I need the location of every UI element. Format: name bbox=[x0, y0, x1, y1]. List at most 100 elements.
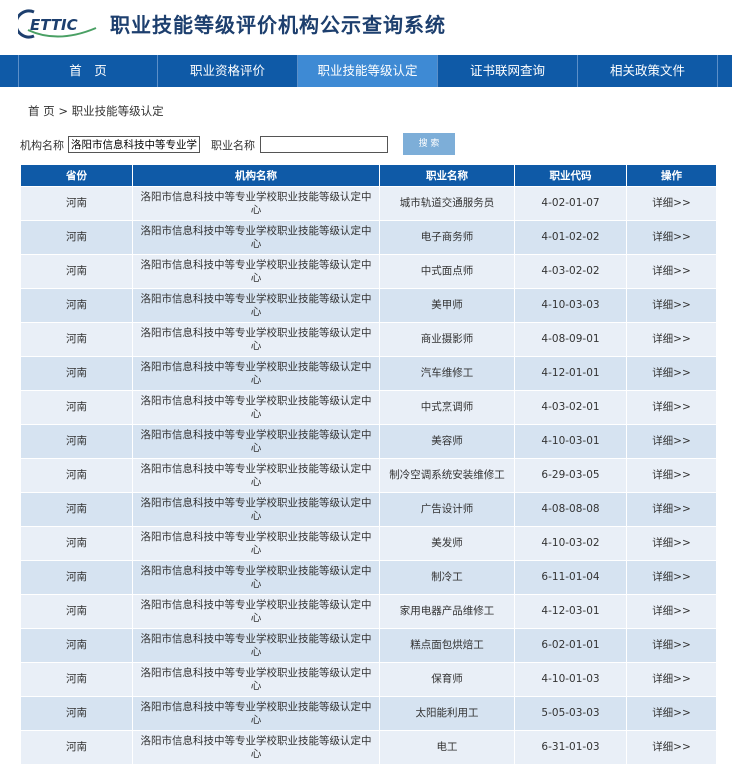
table-row: 河南 洛阳市信息科技中等专业学校职业技能等级认定中心 家用电器产品维修工 4-12-0… bbox=[20, 594, 717, 629]
table-row: 河南 洛阳市信息科技中等专业学校职业技能等级认定中心 制冷工 6-11-01-04 详细… bbox=[20, 560, 717, 595]
cell-org-name: 洛阳市信息科技中等专业学校职业技能等级认定中心 bbox=[132, 696, 380, 731]
cell-job-name: 太阳能利用工 bbox=[379, 696, 515, 731]
search-button[interactable]: 搜 索 bbox=[403, 133, 455, 155]
cell-job-name: 制冷空调系统安装维修工 bbox=[379, 458, 515, 493]
table-row: 河南 洛阳市信息科技中等专业学校职业技能等级认定中心 商业摄影师 4-08-09-01… bbox=[20, 322, 717, 357]
col-header-action: 操作 bbox=[626, 164, 717, 187]
cell-province: 河南 bbox=[20, 356, 133, 391]
cell-detail-link[interactable]: 详细>> bbox=[626, 424, 717, 459]
cell-job-code: 4-03-02-01 bbox=[514, 390, 627, 425]
cell-job-code: 5-05-03-03 bbox=[514, 696, 627, 731]
nav-certificate-query[interactable]: 证书联网查询 bbox=[437, 55, 577, 87]
cell-detail-link[interactable]: 详细>> bbox=[626, 458, 717, 493]
ettic-logo[interactable]: ETTIC bbox=[18, 8, 98, 40]
cell-detail-link[interactable]: 详细>> bbox=[626, 594, 717, 629]
cell-org-name: 洛阳市信息科技中等专业学校职业技能等级认定中心 bbox=[132, 730, 380, 765]
table-row: 河南 洛阳市信息科技中等专业学校职业技能等级认定中心 制冷空调系统安装维修工 6-29… bbox=[20, 458, 717, 493]
cell-job-name: 美容师 bbox=[379, 424, 515, 459]
nav-home[interactable]: 首 页 bbox=[18, 55, 157, 87]
cell-detail-link[interactable]: 详细>> bbox=[626, 356, 717, 391]
col-header-org-name: 机构名称 bbox=[132, 164, 380, 187]
table-row: 河南 洛阳市信息科技中等专业学校职业技能等级认定中心 美发师 4-10-03-02 详细… bbox=[20, 526, 717, 561]
cell-org-name: 洛阳市信息科技中等专业学校职业技能等级认定中心 bbox=[132, 594, 380, 629]
cell-province: 河南 bbox=[20, 662, 133, 697]
cell-job-name: 城市轨道交通服务员 bbox=[379, 186, 515, 221]
cell-org-name: 洛阳市信息科技中等专业学校职业技能等级认定中心 bbox=[132, 356, 380, 391]
cell-org-name: 洛阳市信息科技中等专业学校职业技能等级认定中心 bbox=[132, 526, 380, 561]
cell-org-name: 洛阳市信息科技中等专业学校职业技能等级认定中心 bbox=[132, 322, 380, 357]
cell-job-name: 商业摄影师 bbox=[379, 322, 515, 357]
cell-job-code: 6-31-01-03 bbox=[514, 730, 627, 765]
table-row: 河南 洛阳市信息科技中等专业学校职业技能等级认定中心 电工 6-31-01-03 详细>… bbox=[20, 730, 717, 765]
cell-detail-link[interactable]: 详细>> bbox=[626, 696, 717, 731]
table-row: 河南 洛阳市信息科技中等专业学校职业技能等级认定中心 广告设计师 4-08-08-08… bbox=[20, 492, 717, 527]
cell-job-name: 电工 bbox=[379, 730, 515, 765]
breadcrumb-home[interactable]: 首 页 bbox=[28, 104, 55, 118]
cell-job-name: 糕点面包烘焙工 bbox=[379, 628, 515, 663]
cell-job-code: 6-02-01-01 bbox=[514, 628, 627, 663]
col-header-job-name: 职业名称 bbox=[379, 164, 515, 187]
cell-job-name: 中式面点师 bbox=[379, 254, 515, 289]
cell-detail-link[interactable]: 详细>> bbox=[626, 186, 717, 221]
cell-org-name: 洛阳市信息科技中等专业学校职业技能等级认定中心 bbox=[132, 492, 380, 527]
cell-province: 河南 bbox=[20, 186, 133, 221]
cell-province: 河南 bbox=[20, 628, 133, 663]
cell-detail-link[interactable]: 详细>> bbox=[626, 390, 717, 425]
cell-detail-link[interactable]: 详细>> bbox=[626, 322, 717, 357]
cell-org-name: 洛阳市信息科技中等专业学校职业技能等级认定中心 bbox=[132, 424, 380, 459]
cell-job-code: 4-10-03-03 bbox=[514, 288, 627, 323]
cell-org-name: 洛阳市信息科技中等专业学校职业技能等级认定中心 bbox=[132, 390, 380, 425]
cell-detail-link[interactable]: 详细>> bbox=[626, 628, 717, 663]
nav-skill-level-certification[interactable]: 职业技能等级认定 bbox=[297, 55, 437, 87]
breadcrumb-current: 职业技能等级认定 bbox=[71, 104, 164, 118]
cell-org-name: 洛阳市信息科技中等专业学校职业技能等级认定中心 bbox=[132, 288, 380, 323]
cell-detail-link[interactable]: 详细>> bbox=[626, 220, 717, 255]
cell-province: 河南 bbox=[20, 594, 133, 629]
cell-job-name: 中式烹调师 bbox=[379, 390, 515, 425]
nav-qualification-evaluation[interactable]: 职业资格评价 bbox=[157, 55, 297, 87]
table-row: 河南 洛阳市信息科技中等专业学校职业技能等级认定中心 美容师 4-10-03-01 详细… bbox=[20, 424, 717, 459]
table-row: 河南 洛阳市信息科技中等专业学校职业技能等级认定中心 汽车维修工 4-12-01-01… bbox=[20, 356, 717, 391]
org-name-input[interactable] bbox=[68, 136, 200, 153]
cell-job-name: 保育师 bbox=[379, 662, 515, 697]
cell-province: 河南 bbox=[20, 730, 133, 765]
nav-policy-documents[interactable]: 相关政策文件 bbox=[577, 55, 718, 87]
job-name-input[interactable] bbox=[260, 136, 388, 153]
site-title: 职业技能等级评价机构公示查询系统 bbox=[110, 13, 446, 37]
col-header-province: 省份 bbox=[20, 164, 133, 187]
cell-job-name: 汽车维修工 bbox=[379, 356, 515, 391]
table-row: 河南 洛阳市信息科技中等专业学校职业技能等级认定中心 中式面点师 4-03-02-02… bbox=[20, 254, 717, 289]
table-row: 河南 洛阳市信息科技中等专业学校职业技能等级认定中心 太阳能利用工 5-05-03-0… bbox=[20, 696, 717, 731]
table-row: 河南 洛阳市信息科技中等专业学校职业技能等级认定中心 保育师 4-10-01-03 详细… bbox=[20, 662, 717, 697]
cell-org-name: 洛阳市信息科技中等专业学校职业技能等级认定中心 bbox=[132, 560, 380, 595]
header: ETTIC 职业技能等级评价机构公示查询系统 bbox=[0, 0, 732, 55]
cell-job-name: 美甲师 bbox=[379, 288, 515, 323]
main-nav: 首 页 职业资格评价 职业技能等级认定 证书联网查询 相关政策文件 bbox=[0, 55, 732, 87]
cell-job-code: 4-12-01-01 bbox=[514, 356, 627, 391]
cell-org-name: 洛阳市信息科技中等专业学校职业技能等级认定中心 bbox=[132, 220, 380, 255]
org-name-label: 机构名称 bbox=[20, 139, 64, 152]
cell-province: 河南 bbox=[20, 322, 133, 357]
cell-job-code: 6-29-03-05 bbox=[514, 458, 627, 493]
cell-job-name: 制冷工 bbox=[379, 560, 515, 595]
cell-org-name: 洛阳市信息科技中等专业学校职业技能等级认定中心 bbox=[132, 662, 380, 697]
cell-detail-link[interactable]: 详细>> bbox=[626, 288, 717, 323]
cell-province: 河南 bbox=[20, 390, 133, 425]
cell-detail-link[interactable]: 详细>> bbox=[626, 662, 717, 697]
cell-province: 河南 bbox=[20, 220, 133, 255]
cell-detail-link[interactable]: 详细>> bbox=[626, 730, 717, 765]
cell-job-code: 4-08-08-08 bbox=[514, 492, 627, 527]
cell-job-name: 美发师 bbox=[379, 526, 515, 561]
cell-province: 河南 bbox=[20, 526, 133, 561]
cell-detail-link[interactable]: 详细>> bbox=[626, 492, 717, 527]
cell-detail-link[interactable]: 详细>> bbox=[626, 526, 717, 561]
cell-org-name: 洛阳市信息科技中等专业学校职业技能等级认定中心 bbox=[132, 458, 380, 493]
cell-job-code: 6-11-01-04 bbox=[514, 560, 627, 595]
cell-province: 河南 bbox=[20, 288, 133, 323]
cell-detail-link[interactable]: 详细>> bbox=[626, 560, 717, 595]
cell-province: 河南 bbox=[20, 696, 133, 731]
cell-detail-link[interactable]: 详细>> bbox=[626, 254, 717, 289]
cell-job-code: 4-10-03-01 bbox=[514, 424, 627, 459]
table-header-row: 省份 机构名称 职业名称 职业代码 操作 bbox=[20, 164, 717, 187]
cell-province: 河南 bbox=[20, 424, 133, 459]
